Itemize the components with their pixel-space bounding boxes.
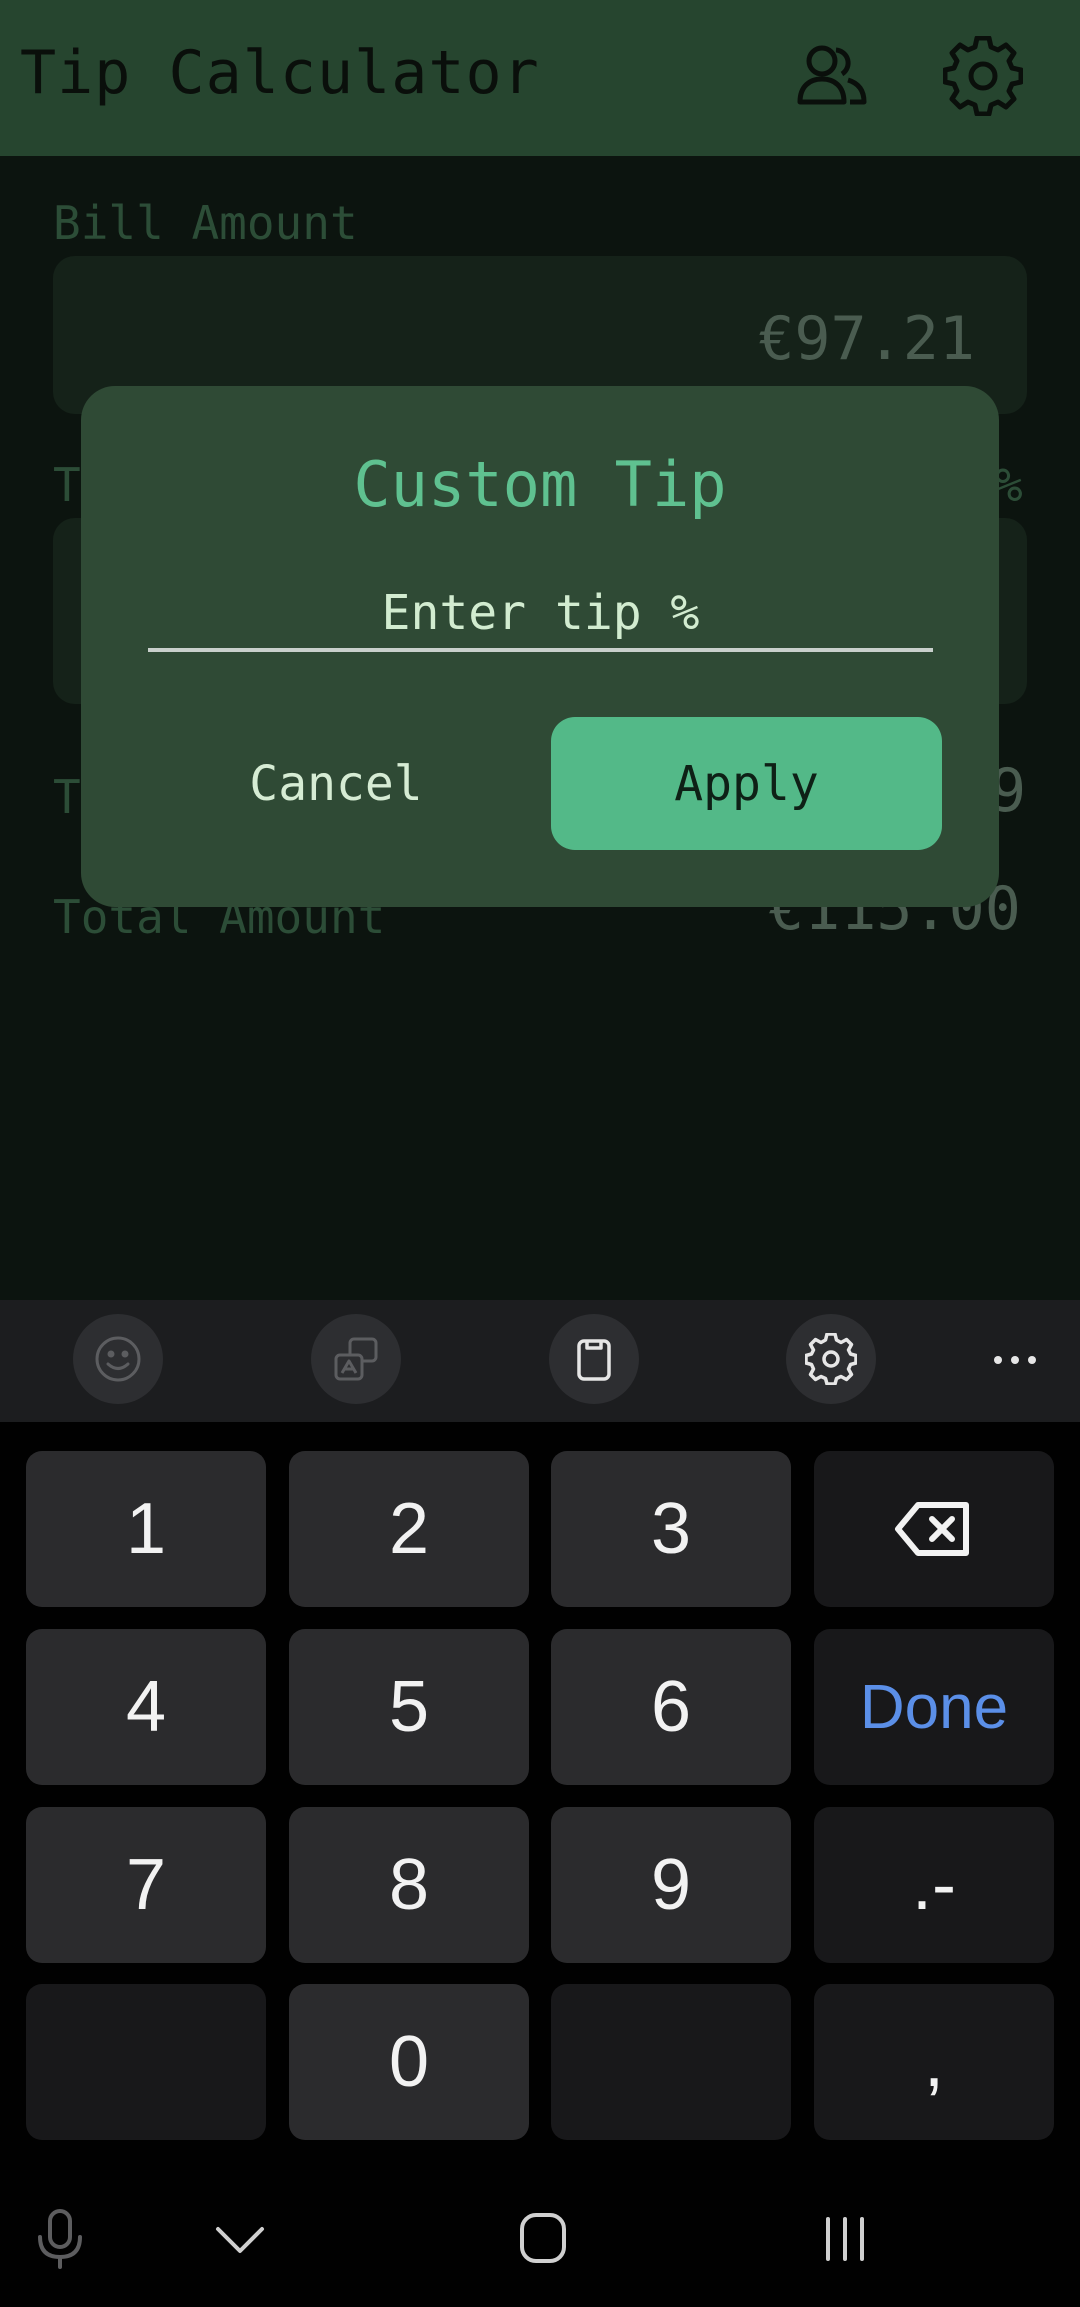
chevron-down-icon[interactable] — [210, 2217, 270, 2261]
microphone-icon[interactable] — [30, 2207, 90, 2271]
empty-key-left — [26, 1984, 266, 2140]
keyboard-toolbar — [0, 1300, 1080, 1422]
key-1[interactable]: 1 — [26, 1451, 266, 1607]
gear-icon[interactable] — [942, 35, 1024, 117]
system-nav-bar — [0, 2167, 1080, 2307]
key-6[interactable]: 6 — [551, 1629, 791, 1785]
recents-icon[interactable] — [820, 2215, 870, 2263]
app-bar: Tip Calculator — [0, 0, 1080, 156]
dialog-title: Custom Tip — [353, 448, 727, 521]
key-5[interactable]: 5 — [289, 1629, 529, 1785]
backspace-key[interactable] — [814, 1451, 1054, 1607]
tip-amount-label: T — [53, 770, 81, 824]
translate-icon[interactable] — [311, 1314, 401, 1404]
apply-button[interactable]: Apply — [551, 717, 942, 850]
clipboard-icon[interactable] — [549, 1314, 639, 1404]
backspace-icon — [895, 1502, 969, 1556]
done-key[interactable]: Done — [814, 1629, 1054, 1785]
key-9[interactable]: 9 — [551, 1807, 791, 1963]
more-icon[interactable] — [985, 1330, 1045, 1390]
empty-key-right — [551, 1984, 791, 2140]
numeric-keyboard: 1 2 3 4 5 6 Done 7 8 9 .- 0 , — [0, 1422, 1080, 2167]
bill-amount-label: Bill Amount — [53, 196, 358, 250]
home-icon[interactable] — [518, 2211, 568, 2265]
key-0[interactable]: 0 — [289, 1984, 529, 2140]
app-title: Tip Calculator — [20, 38, 540, 108]
settings-icon[interactable] — [786, 1314, 876, 1404]
tip-percent-input[interactable] — [148, 578, 933, 652]
bill-amount-value: €97.21 — [758, 304, 975, 374]
key-4[interactable]: 4 — [26, 1629, 266, 1785]
cancel-button[interactable]: Cancel — [171, 717, 501, 850]
key-8[interactable]: 8 — [289, 1807, 529, 1963]
key-7[interactable]: 7 — [26, 1807, 266, 1963]
dot-dash-key[interactable]: .- — [814, 1807, 1054, 1963]
tip-label: T — [53, 458, 81, 512]
key-3[interactable]: 3 — [551, 1451, 791, 1607]
custom-tip-dialog: Custom Tip Cancel Apply — [81, 386, 999, 907]
key-2[interactable]: 2 — [289, 1451, 529, 1607]
comma-key[interactable]: , — [814, 1984, 1054, 2140]
people-icon[interactable] — [792, 36, 872, 116]
emoji-icon[interactable] — [73, 1314, 163, 1404]
tip-percent-label: % — [995, 458, 1023, 512]
